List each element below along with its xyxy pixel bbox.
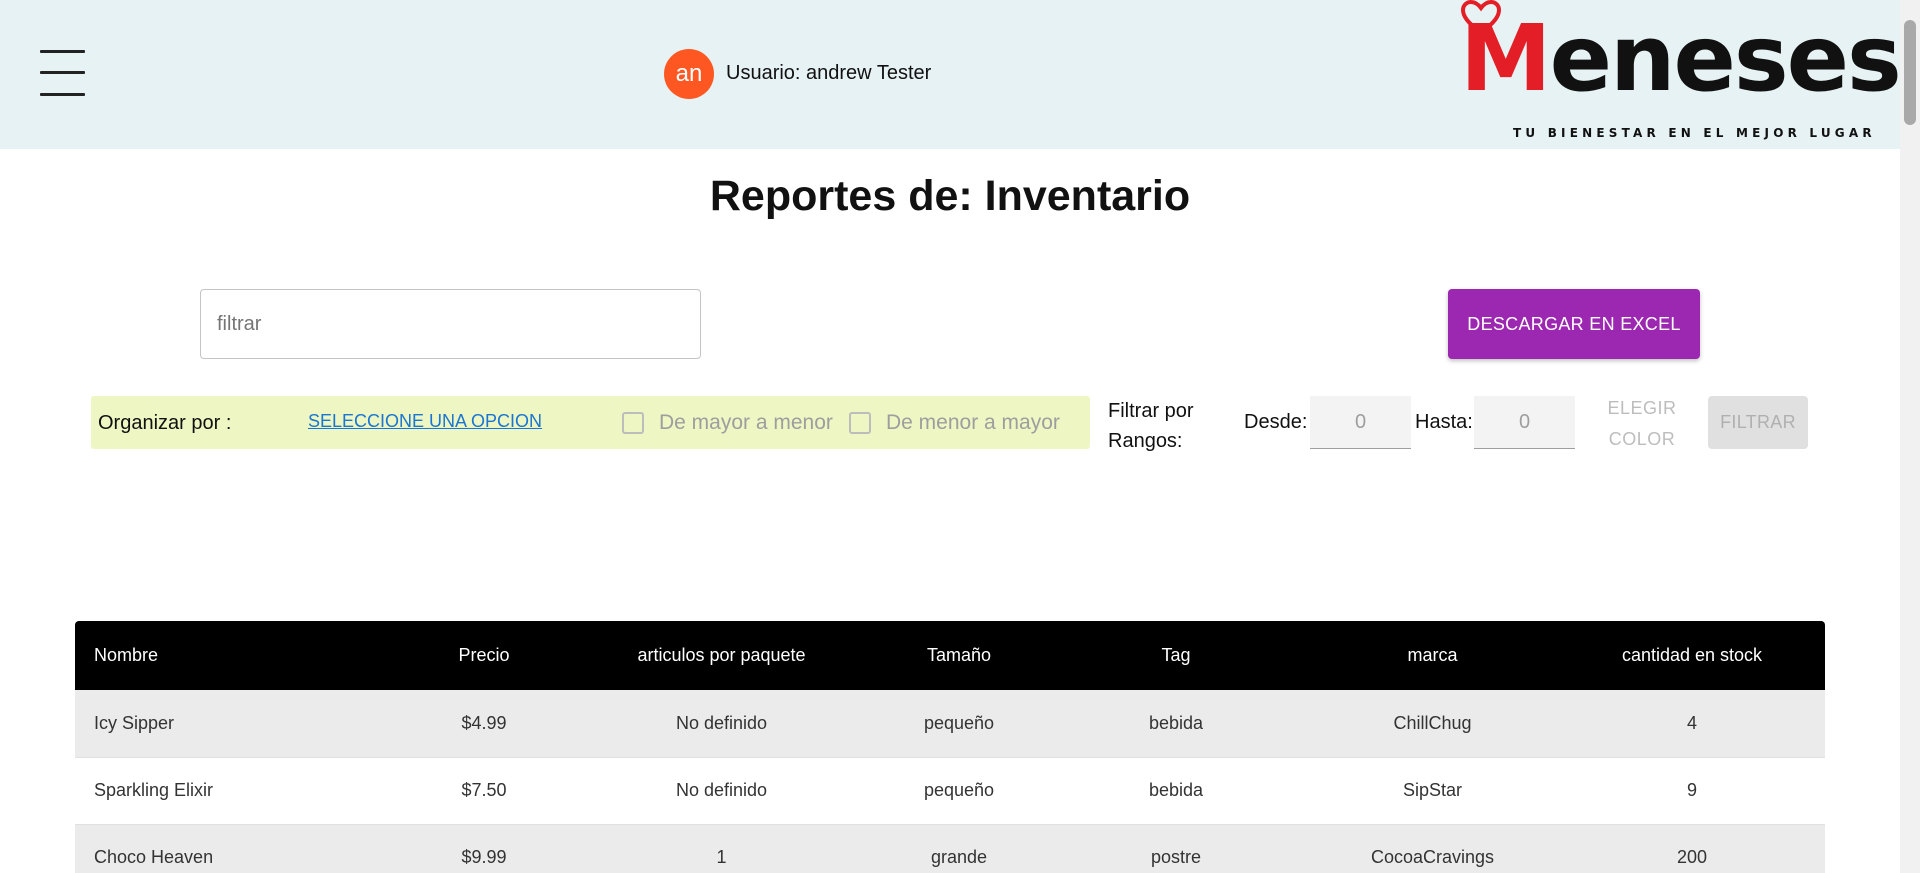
sort-option-select[interactable]: SELECCIONE UNA OPCION bbox=[308, 411, 542, 432]
column-header[interactable]: cantidad en stock bbox=[1559, 621, 1825, 690]
table-header-row: Nombre Precio articulos por paquete Tama… bbox=[75, 621, 1825, 690]
sort-bar: Organizar por : SELECCIONE UNA OPCION De… bbox=[91, 396, 1090, 449]
download-excel-button[interactable]: DESCARGAR EN EXCEL bbox=[1448, 289, 1700, 359]
checkbox-icon[interactable] bbox=[622, 412, 644, 434]
table-row[interactable]: Choco Heaven $9.99 1 grande postre Cocoa… bbox=[75, 824, 1825, 873]
filter-input[interactable] bbox=[200, 289, 701, 359]
table-cell: postre bbox=[1150, 847, 1202, 867]
vertical-scrollbar[interactable] bbox=[1900, 0, 1920, 873]
filter-button[interactable]: FILTRAR bbox=[1708, 396, 1808, 449]
table-cell: Sparkling Elixir bbox=[94, 780, 214, 800]
range-to-input[interactable] bbox=[1474, 396, 1575, 449]
table-cell: grande bbox=[930, 847, 988, 867]
table-cell: CocoaCravings bbox=[1370, 847, 1495, 867]
table-cell: 200 bbox=[1676, 847, 1708, 867]
hamburger-menu-icon[interactable] bbox=[40, 50, 86, 96]
avatar[interactable]: an bbox=[664, 49, 714, 99]
top-header: an Usuario: andrew Tester Meneses TU BIE… bbox=[0, 0, 1902, 149]
to-label: Hasta: bbox=[1415, 411, 1473, 433]
sort-label: Organizar por : bbox=[98, 412, 232, 434]
logo-tagline: TU BIENESTAR EN EL MEJOR LUGAR bbox=[1513, 126, 1876, 140]
from-label: Desde: bbox=[1244, 411, 1308, 433]
page: an Usuario: andrew Tester Meneses TU BIE… bbox=[0, 0, 1920, 873]
column-header[interactable]: Tamaño bbox=[872, 621, 1046, 690]
column-header[interactable]: Precio bbox=[397, 621, 571, 690]
sort-desc-label: De mayor a menor bbox=[659, 411, 833, 434]
column-header[interactable]: Tag bbox=[1046, 621, 1306, 690]
choose-color-button[interactable]: ELEGIR COLOR bbox=[1580, 393, 1704, 453]
range-from-input[interactable] bbox=[1310, 396, 1411, 449]
table-cell: pequeño bbox=[923, 780, 995, 800]
column-header[interactable]: articulos por paquete bbox=[571, 621, 872, 690]
sort-asc-label: De menor a mayor bbox=[886, 411, 1060, 434]
table-cell: SipStar bbox=[1402, 780, 1463, 800]
table-cell: bebida bbox=[1148, 712, 1204, 733]
checkbox-icon[interactable] bbox=[849, 412, 871, 434]
scrollbar-thumb[interactable] bbox=[1904, 20, 1916, 125]
user-label: Usuario: andrew Tester bbox=[726, 62, 932, 84]
table-cell: 9 bbox=[1686, 780, 1697, 800]
range-filter-label: Filtrar por Rangos: bbox=[1108, 400, 1194, 452]
table-cell: 1 bbox=[716, 847, 727, 867]
table-cell: pequeño bbox=[923, 712, 995, 733]
sort-asc-checkbox[interactable]: De menor a mayor bbox=[849, 410, 1060, 436]
column-header[interactable]: marca bbox=[1306, 621, 1559, 690]
table-cell: ChillChug bbox=[1393, 712, 1472, 733]
brand-logo[interactable]: Meneses TU BIENESTAR EN EL MEJOR LUGAR bbox=[1455, 0, 1902, 149]
table-cell: $9.99 bbox=[461, 847, 507, 867]
table-cell: 4 bbox=[1686, 712, 1697, 733]
table-cell: No definido bbox=[675, 712, 768, 733]
table-cell: Icy Sipper bbox=[94, 712, 175, 733]
table-cell: $7.50 bbox=[461, 780, 507, 800]
table-cell: bebida bbox=[1148, 780, 1204, 800]
table-cell: Choco Heaven bbox=[94, 847, 214, 867]
logo-wordmark: Meneses bbox=[1460, 5, 1902, 112]
column-header[interactable]: Nombre bbox=[75, 621, 397, 690]
table-row[interactable]: Sparkling Elixir $7.50 No definido peque… bbox=[75, 757, 1825, 824]
table-cell: $4.99 bbox=[461, 712, 507, 733]
table-cell: No definido bbox=[675, 780, 768, 800]
inventory-table: Nombre Precio articulos por paquete Tama… bbox=[75, 621, 1825, 873]
table-row[interactable]: Icy Sipper $4.99 No definido pequeño beb… bbox=[75, 690, 1825, 757]
sort-desc-checkbox[interactable]: De mayor a menor bbox=[622, 410, 833, 436]
page-title: Reportes de: Inventario bbox=[709, 172, 1191, 220]
